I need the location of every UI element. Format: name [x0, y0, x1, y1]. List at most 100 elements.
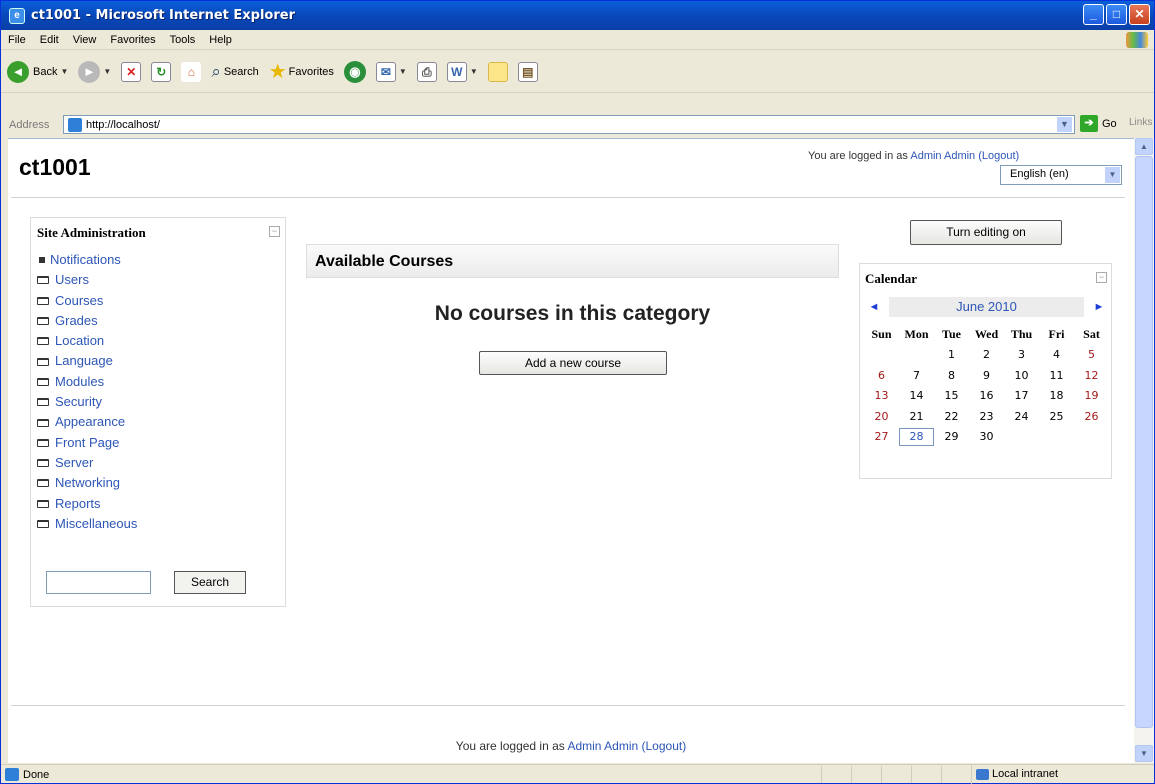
user-link[interactable]: Admin Admin [567, 739, 638, 753]
admin-item-location[interactable]: Location [37, 331, 137, 351]
calendar-day[interactable]: 25 [1039, 410, 1074, 423]
edit-icon[interactable]: W [446, 61, 467, 82]
calendar-day[interactable]: 19 [1074, 389, 1109, 402]
scroll-thumb[interactable] [1135, 156, 1153, 728]
media-icon[interactable]: ◉ [343, 60, 366, 83]
refresh-icon[interactable]: ↻ [151, 61, 172, 82]
logout-link[interactable]: (Logout) [642, 739, 687, 753]
go-button[interactable]: ➔ Go [1080, 115, 1117, 132]
calendar-day[interactable]: 14 [899, 389, 934, 402]
menu-bar: File Edit View Favorites Tools Help [1, 30, 1154, 50]
turn-editing-on-button[interactable]: Turn editing on [910, 220, 1062, 245]
admin-item-users[interactable]: Users [37, 270, 137, 290]
admin-item-front-page[interactable]: Front Page [37, 433, 137, 453]
user-link[interactable]: Admin Admin [910, 150, 975, 162]
minimize-button[interactable]: _ [1083, 4, 1104, 25]
calendar-day[interactable]: 30 [969, 430, 1004, 443]
calendar-day[interactable]: 8 [934, 369, 969, 382]
scroll-up-icon[interactable]: ▲ [1135, 138, 1153, 155]
menu-file[interactable]: File [1, 34, 33, 46]
calendar-day[interactable]: 5 [1074, 348, 1109, 361]
forward-button[interactable]: ► ▼ [78, 60, 111, 83]
calendar-day[interactable]: 27 [864, 430, 899, 443]
calendar-day[interactable]: 2 [969, 348, 1004, 361]
add-course-button[interactable]: Add a new course [479, 351, 667, 375]
mail-icon[interactable]: ✉ [375, 61, 396, 82]
calendar-day[interactable]: 20 [864, 410, 899, 423]
vertical-scrollbar[interactable]: ▲ ▼ [1134, 138, 1154, 763]
admin-search-button[interactable]: Search [174, 571, 246, 594]
admin-item-notifications[interactable]: Notifications [37, 250, 137, 270]
admin-search-input[interactable] [46, 571, 151, 594]
calendar-day[interactable]: 22 [934, 410, 969, 423]
menu-favorites[interactable]: Favorites [103, 34, 162, 46]
scroll-down-icon[interactable]: ▼ [1135, 745, 1153, 762]
calendar-day[interactable]: 1 [934, 348, 969, 361]
favorites-button[interactable]: ★ Favorites [269, 59, 334, 84]
folder-icon [37, 520, 49, 528]
back-button[interactable]: ◄ Back ▼ [7, 60, 68, 83]
admin-item-courses[interactable]: Courses [37, 291, 137, 311]
calendar-day[interactable]: 21 [899, 410, 934, 423]
menu-edit[interactable]: Edit [33, 34, 66, 46]
research-icon[interactable]: ▤ [517, 61, 538, 82]
discuss-icon[interactable] [487, 61, 508, 82]
maximize-button[interactable]: □ [1106, 4, 1127, 25]
calendar-day[interactable]: 13 [864, 389, 899, 402]
calendar-day[interactable]: 12 [1074, 369, 1109, 382]
zone-text: Local intranet [992, 768, 1059, 780]
mail-dropdown-icon[interactable]: ▼ [399, 67, 407, 76]
calendar-day[interactable]: 28 [899, 427, 934, 446]
address-dropdown-icon[interactable]: ▼ [1057, 117, 1072, 132]
next-month-icon[interactable]: ► [1089, 301, 1109, 313]
folder-icon [37, 276, 49, 285]
search-button[interactable]: ⌕ Search [211, 62, 258, 82]
calendar-day[interactable]: 9 [969, 369, 1004, 382]
calendar-week: 13 14 15 16 17 18 19 [864, 386, 1109, 407]
calendar-day[interactable]: 6 [864, 369, 899, 382]
calendar-day[interactable]: 3 [1004, 348, 1039, 361]
folder-icon [37, 317, 49, 326]
print-icon[interactable]: ⎙ [416, 61, 437, 82]
calendar-day[interactable]: 11 [1039, 369, 1074, 382]
menu-view[interactable]: View [66, 34, 104, 46]
admin-item-networking[interactable]: Networking [37, 473, 137, 493]
back-dropdown-icon[interactable]: ▼ [60, 67, 68, 76]
calendar-collapse-icon[interactable]: − [1096, 272, 1107, 283]
language-select[interactable]: English (en) ▼ [1000, 165, 1122, 185]
admin-item-grades[interactable]: Grades [37, 311, 137, 331]
language-dropdown-icon[interactable]: ▼ [1105, 167, 1120, 183]
stop-icon[interactable]: ✕ [121, 61, 142, 82]
edit-dropdown-icon[interactable]: ▼ [470, 67, 478, 76]
calendar-day[interactable]: 15 [934, 389, 969, 402]
links-button[interactable]: Links [1129, 117, 1152, 128]
logout-link[interactable]: (Logout) [978, 150, 1019, 162]
admin-item-reports[interactable]: Reports [37, 494, 137, 514]
menu-tools[interactable]: Tools [163, 34, 203, 46]
calendar-day[interactable]: 7 [899, 369, 934, 382]
admin-item-appearance[interactable]: Appearance [37, 412, 137, 432]
admin-item-security[interactable]: Security [37, 392, 137, 412]
admin-item-miscellaneous[interactable]: Miscellaneous [37, 514, 137, 534]
calendar-day[interactable]: 29 [934, 430, 969, 443]
admin-collapse-icon[interactable]: − [269, 226, 280, 237]
calendar-day[interactable]: 26 [1074, 410, 1109, 423]
calendar-day[interactable]: 17 [1004, 389, 1039, 402]
calendar-day[interactable]: 4 [1039, 348, 1074, 361]
address-field[interactable]: http://localhost/ ▼ [63, 115, 1075, 134]
admin-item-server[interactable]: Server [37, 453, 137, 473]
calendar-day[interactable]: 16 [969, 389, 1004, 402]
home-icon[interactable]: ⌂ [181, 61, 202, 82]
calendar-day[interactable]: 23 [969, 410, 1004, 423]
calendar-day[interactable]: 24 [1004, 410, 1039, 423]
forward-dropdown-icon[interactable]: ▼ [103, 67, 111, 76]
calendar-day[interactable]: 18 [1039, 389, 1074, 402]
close-button[interactable]: ✕ [1129, 4, 1150, 25]
calendar-day[interactable]: 10 [1004, 369, 1039, 382]
admin-item-language[interactable]: Language [37, 351, 137, 371]
menu-help[interactable]: Help [202, 34, 239, 46]
admin-item-modules[interactable]: Modules [37, 372, 137, 392]
prev-month-icon[interactable]: ◄ [864, 301, 884, 313]
calendar-month[interactable]: June 2010 [889, 297, 1084, 317]
admin-menu: Notifications Users Courses Grades Locat… [37, 250, 137, 534]
